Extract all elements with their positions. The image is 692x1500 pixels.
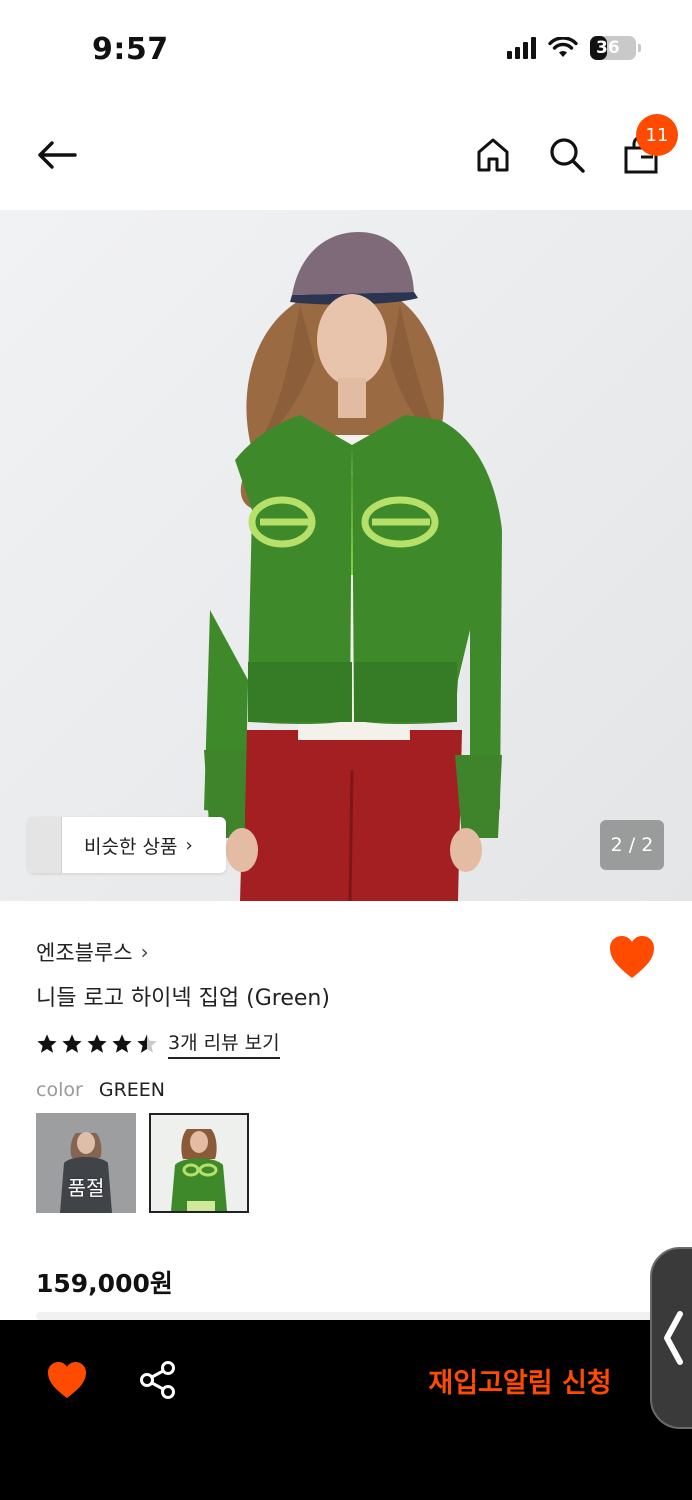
share-icon[interactable] xyxy=(138,1360,178,1400)
similar-thumbnails xyxy=(28,817,64,873)
search-button[interactable] xyxy=(542,130,592,180)
star-filled-icon xyxy=(87,1033,107,1053)
soldout-label: 품절 xyxy=(67,1176,105,1200)
product-photo xyxy=(0,210,692,901)
home-icon xyxy=(477,138,509,172)
wifi-icon xyxy=(548,37,578,57)
star-filled-icon xyxy=(37,1033,57,1053)
image-counter: 2 / 2 xyxy=(600,820,664,870)
color-label: color xyxy=(36,1079,83,1101)
bottom-action-bar: 재입고알림 신청 xyxy=(0,1320,692,1500)
status-time: 9:57 xyxy=(92,32,169,67)
cart-count-badge: 11 xyxy=(636,114,678,156)
arrow-left-icon xyxy=(38,141,77,169)
color-row: color GREEN xyxy=(36,1079,165,1101)
similar-products-button[interactable]: 비슷한 상품 › xyxy=(28,817,226,873)
home-button[interactable] xyxy=(468,130,518,180)
search-icon xyxy=(550,138,585,173)
status-bar: 9:57 36 xyxy=(0,0,692,100)
rating-row: 3개 리뷰 보기 xyxy=(36,1028,280,1059)
battery-icon: 36 xyxy=(590,36,641,60)
color-value: GREEN xyxy=(98,1079,165,1101)
chevron-left-icon xyxy=(664,1311,683,1365)
battery-percent: 36 xyxy=(596,38,620,58)
rating-stars xyxy=(36,1033,158,1055)
chevron-right-icon: › xyxy=(185,834,193,856)
product-price: 159,000원 xyxy=(36,1269,173,1298)
brand-link[interactable]: 엔조블루스 › xyxy=(36,937,149,967)
restock-alert-button[interactable]: 재입고알림 신청 xyxy=(404,1350,636,1410)
heart-icon[interactable] xyxy=(46,1360,88,1400)
side-drawer-handle[interactable] xyxy=(650,1247,692,1429)
brand-name: 엔조블루스 xyxy=(36,941,133,965)
star-filled-icon xyxy=(112,1033,132,1053)
wishlist-heart-icon[interactable] xyxy=(608,934,656,980)
section-divider xyxy=(36,1312,656,1320)
similar-products-label: 비슷한 상품 xyxy=(84,835,178,858)
color-swatch-black[interactable]: 품절 xyxy=(36,1113,136,1213)
status-icons: 36 xyxy=(507,36,641,60)
swatch-photo-green xyxy=(151,1115,247,1211)
star-half-icon xyxy=(137,1033,157,1053)
chevron-right-icon: › xyxy=(140,940,149,964)
back-button[interactable] xyxy=(32,130,82,180)
product-image[interactable] xyxy=(0,210,692,901)
top-nav xyxy=(0,100,692,210)
review-link[interactable]: 3개 리뷰 보기 xyxy=(168,1028,280,1059)
color-swatch-green[interactable] xyxy=(149,1113,249,1213)
product-title: 니들 로고 하이넥 집업 (Green) xyxy=(36,986,330,1011)
cellular-signal-icon xyxy=(507,37,536,59)
star-filled-icon xyxy=(62,1033,82,1053)
